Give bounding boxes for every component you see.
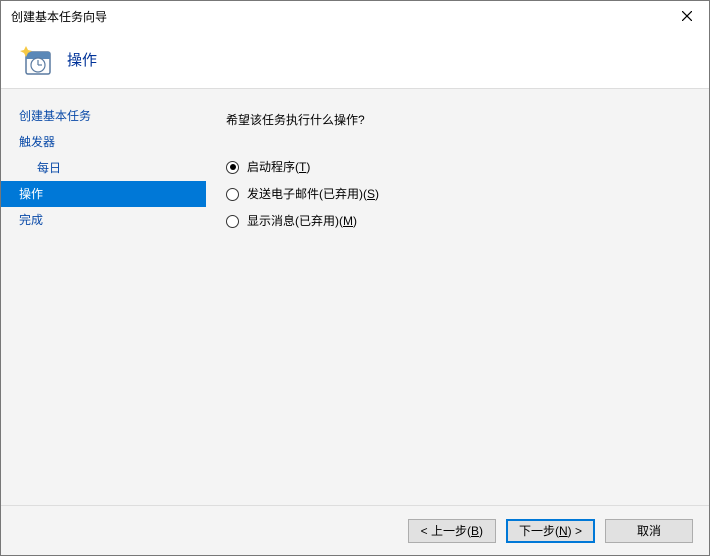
radio-send-email[interactable]: 发送电子邮件(已弃用)(S) xyxy=(226,185,689,203)
radio-label-show-message: 显示消息(已弃用)(M) xyxy=(247,212,357,230)
radio-icon xyxy=(226,215,239,228)
wizard-header: 操作 xyxy=(1,31,709,89)
back-button[interactable]: < 上一步(B) xyxy=(408,519,496,543)
radio-start-program[interactable]: 启动程序(T) xyxy=(226,158,689,176)
wizard-body: 创建基本任务 触发器 每日 操作 完成 希望该任务执行什么操作? 启动程序(T)… xyxy=(1,89,709,505)
radio-show-message[interactable]: 显示消息(已弃用)(M) xyxy=(226,212,689,230)
radio-icon xyxy=(226,161,239,174)
step-action[interactable]: 操作 xyxy=(1,181,206,207)
step-trigger[interactable]: 触发器 xyxy=(1,129,206,155)
wizard-sidebar: 创建基本任务 触发器 每日 操作 完成 xyxy=(1,89,206,505)
wizard-footer: < 上一步(B) 下一步(N) > 取消 xyxy=(1,505,709,555)
radio-icon xyxy=(226,188,239,201)
next-button[interactable]: 下一步(N) > xyxy=(506,519,595,543)
close-button[interactable] xyxy=(664,1,709,31)
radio-label-start-program: 启动程序(T) xyxy=(247,158,310,176)
radio-label-send-email: 发送电子邮件(已弃用)(S) xyxy=(247,185,379,203)
step-finish[interactable]: 完成 xyxy=(1,207,206,233)
cancel-button[interactable]: 取消 xyxy=(605,519,693,543)
window-title: 创建基本任务向导 xyxy=(11,8,664,25)
wizard-content: 希望该任务执行什么操作? 启动程序(T) 发送电子邮件(已弃用)(S) 显示消息… xyxy=(206,89,709,505)
close-icon xyxy=(682,11,692,21)
action-question: 希望该任务执行什么操作? xyxy=(226,111,689,128)
step-create-basic-task[interactable]: 创建基本任务 xyxy=(1,103,206,129)
titlebar: 创建基本任务向导 xyxy=(1,1,709,31)
wizard-icon xyxy=(19,43,53,77)
step-trigger-daily[interactable]: 每日 xyxy=(1,155,206,181)
wizard-window: 创建基本任务向导 操作 xyxy=(0,0,710,556)
wizard-caption: 操作 xyxy=(67,49,97,70)
